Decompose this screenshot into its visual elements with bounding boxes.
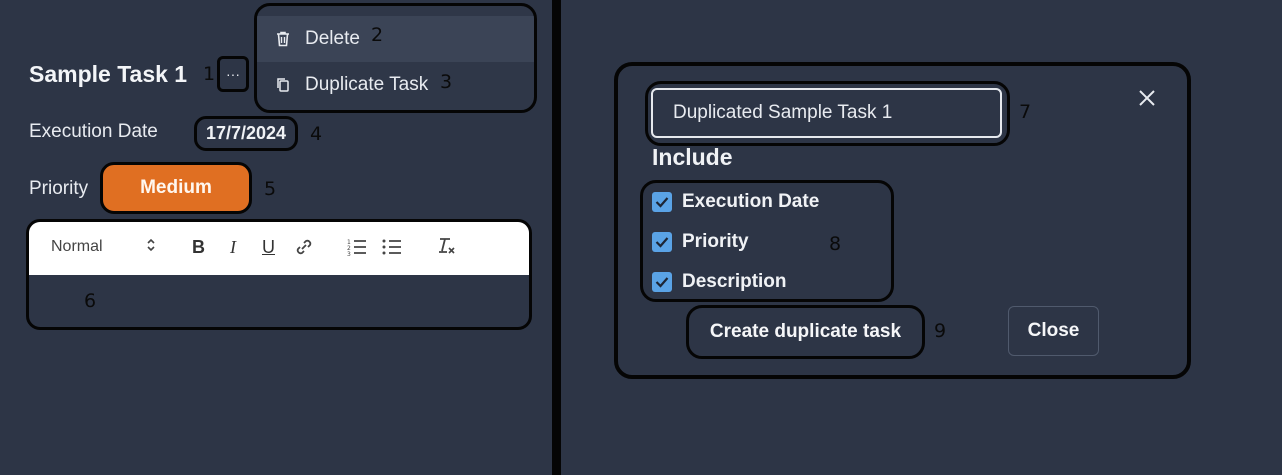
create-duplicate-button[interactable]: Create duplicate task xyxy=(686,305,925,359)
copy-icon xyxy=(271,77,295,93)
task-title: Sample Task 1 xyxy=(29,61,188,87)
description-editor[interactable]: Normal B I U 123 xyxy=(26,219,532,330)
duplicate-name-input[interactable] xyxy=(651,88,1002,138)
annotation-7: 7 xyxy=(1019,101,1032,123)
editor-toolbar: Normal B I U 123 xyxy=(29,222,529,275)
checkbox-checked-icon[interactable] xyxy=(652,272,672,292)
close-dialog-icon[interactable] xyxy=(1138,89,1156,112)
option-label: Description xyxy=(682,271,787,292)
pane-divider xyxy=(552,0,561,475)
annotation-2: 2 xyxy=(371,24,384,46)
svg-text:3: 3 xyxy=(347,251,351,256)
include-heading: Include xyxy=(652,144,733,170)
checkbox-checked-icon[interactable] xyxy=(652,192,672,212)
annotation-4: 4 xyxy=(310,123,323,145)
priority-label: Priority xyxy=(29,178,89,199)
option-execution-date[interactable]: Execution Date xyxy=(652,191,819,213)
format-select[interactable]: Normal xyxy=(51,238,103,256)
execution-date-value[interactable]: 17/7/2024 xyxy=(194,116,298,151)
annotation-1: 1 xyxy=(203,63,216,85)
menu-item-label: Duplicate Task xyxy=(305,74,429,95)
annotation-6: 6 xyxy=(84,290,97,312)
annotation-8: 8 xyxy=(829,233,842,255)
bullet-list-icon[interactable] xyxy=(382,238,402,261)
checkbox-checked-icon[interactable] xyxy=(652,232,672,252)
option-label: Execution Date xyxy=(682,191,820,212)
trash-icon xyxy=(271,31,295,47)
task-context-menu: Delete Duplicate Task xyxy=(254,3,537,113)
option-label: Priority xyxy=(682,231,749,252)
option-description[interactable]: Description xyxy=(652,271,787,293)
option-priority[interactable]: Priority xyxy=(652,231,749,253)
more-options-button[interactable]: ··· xyxy=(217,56,249,92)
ellipsis-icon: ··· xyxy=(226,66,240,82)
annotation-9: 9 xyxy=(934,320,947,342)
underline-icon[interactable]: U xyxy=(262,237,275,258)
ordered-list-icon[interactable]: 123 xyxy=(347,238,367,261)
close-button[interactable]: Close xyxy=(1008,306,1099,356)
clear-format-icon[interactable] xyxy=(437,236,457,261)
select-arrows-icon xyxy=(147,236,155,257)
link-icon[interactable] xyxy=(294,238,314,261)
annotation-5: 5 xyxy=(264,178,277,200)
annotation-3: 3 xyxy=(440,71,453,93)
italic-icon[interactable]: I xyxy=(230,237,236,258)
priority-button[interactable]: Medium xyxy=(100,162,252,214)
menu-item-delete[interactable]: Delete xyxy=(257,16,534,62)
menu-item-label: Delete xyxy=(305,28,360,49)
menu-item-duplicate-task[interactable]: Duplicate Task xyxy=(257,62,534,108)
bold-icon[interactable]: B xyxy=(192,237,205,258)
execution-date-label: Execution Date xyxy=(29,121,158,142)
